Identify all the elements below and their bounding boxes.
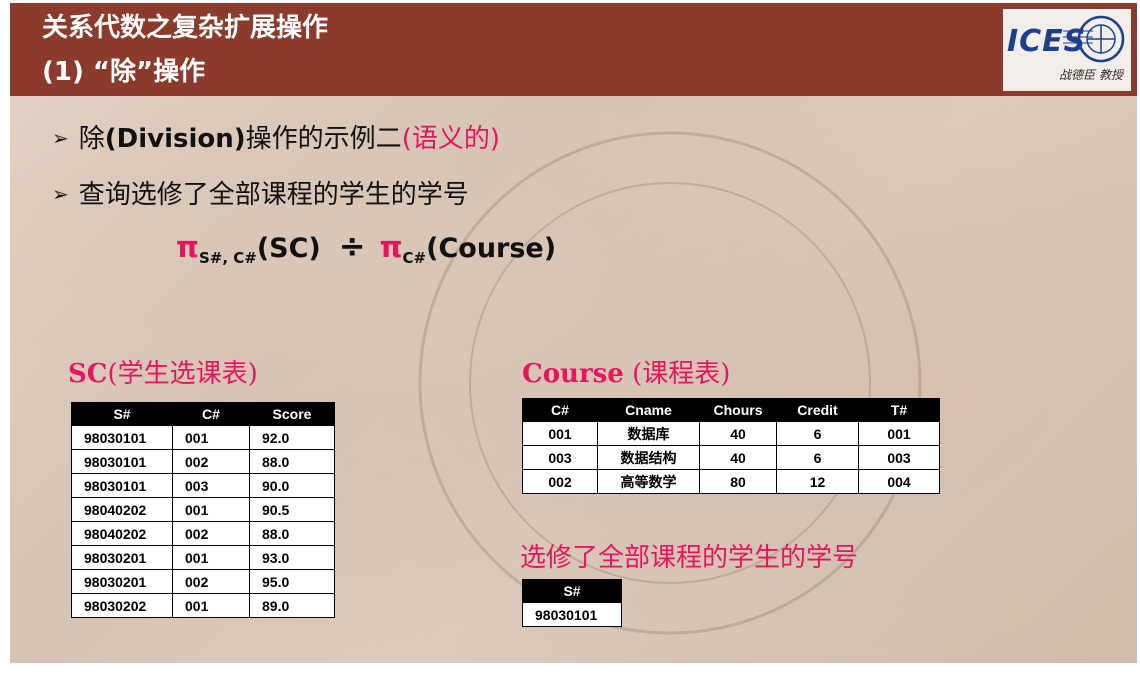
table-cell: 88.0 [249, 449, 335, 474]
column-header: S# [522, 579, 622, 603]
table-cell: 40 [699, 445, 777, 470]
column-header: C# [522, 398, 598, 422]
result-title: 选修了全部课程的学生的学号 [520, 543, 859, 573]
table-row: 98030101 001 92.0 [71, 425, 335, 450]
column-header: C# [172, 402, 250, 426]
arrow-bullet-icon: ➢ [52, 182, 69, 206]
column-header: S# [71, 402, 173, 426]
table-cell: 002 [172, 569, 250, 594]
bullet-text: 查询选修了全部课程的学生的学号 [78, 180, 469, 210]
table-row: 001 数据库 40 6 001 [522, 421, 940, 446]
table-row: 98030202 001 89.0 [71, 593, 335, 618]
table-cell: 高等数学 [597, 469, 700, 494]
table-row: 98040202 001 90.5 [71, 497, 335, 522]
course-title-latin: Course [522, 359, 624, 389]
table-row: 98040202 002 88.0 [71, 521, 335, 546]
projection-symbol: π [176, 230, 199, 264]
projection-attrs: S#, C# [198, 249, 257, 267]
table-cell: 90.0 [249, 473, 335, 498]
course-title-rest: (课程表) [623, 359, 731, 389]
column-header: Credit [776, 398, 859, 422]
table-cell: 003 [858, 445, 940, 470]
slide: 关系代数之复杂扩展操作 (1) “除”操作 ICES 战德臣 教授 ➢ 除(Div… [10, 3, 1137, 663]
title-bar: 关系代数之复杂扩展操作 (1) “除”操作 ICES 战德臣 教授 [10, 3, 1137, 96]
table-cell: 98030202 [71, 593, 173, 618]
column-header: Cname [597, 398, 700, 422]
column-header: Score [249, 402, 335, 426]
table-cell: 93.0 [249, 545, 335, 570]
svg-text:ICES: ICES [1007, 24, 1086, 59]
table-header-row: S# C# Score [71, 402, 335, 426]
table-cell: 98030101 [522, 602, 622, 627]
table-cell: 88.0 [249, 521, 335, 546]
table-cell: 001 [522, 421, 598, 446]
table-header-row: S# [522, 579, 622, 603]
table-row: 98030101 003 90.0 [71, 473, 335, 498]
projection-attrs: C# [402, 249, 427, 267]
table-cell: 002 [522, 469, 598, 494]
table-cell: 98040202 [71, 521, 173, 546]
table-cell: 95.0 [249, 569, 335, 594]
table-row: 98030201 001 93.0 [71, 545, 335, 570]
table-cell: 001 [172, 425, 250, 450]
table-row: 98030201 002 95.0 [71, 569, 335, 594]
table-cell: 98030201 [71, 569, 173, 594]
table-cell: 001 [172, 497, 250, 522]
table-cell: 002 [172, 449, 250, 474]
column-header: Chours [699, 398, 777, 422]
table-cell: 001 [172, 545, 250, 570]
table-row: 002 高等数学 80 12 004 [522, 469, 940, 494]
table-cell: 92.0 [249, 425, 335, 450]
course-table-title: Course (课程表) [522, 353, 730, 390]
table-cell: 003 [172, 473, 250, 498]
table-cell: 12 [776, 469, 859, 494]
table-header-row: C# Cname Chours Credit T# [522, 398, 940, 422]
sc-title-rest: (学生选课表) [107, 359, 258, 389]
relation-name: (SC) [256, 233, 321, 264]
sc-table-title: SC(学生选课表) [68, 353, 258, 390]
table-cell: 001 [172, 593, 250, 618]
result-table: S# 98030101 [522, 579, 622, 627]
table-cell: 002 [172, 521, 250, 546]
table-row: 98030101 [522, 602, 622, 627]
table-cell: 89.0 [249, 593, 335, 618]
table-cell: 80 [699, 469, 777, 494]
bullet-text: 操作的示例二 [245, 124, 402, 154]
table-row: 003 数据结构 40 6 003 [522, 445, 940, 470]
bullet-bold-text: (Division) [104, 124, 246, 154]
division-symbol: ÷ [338, 227, 366, 265]
table-cell: 90.5 [249, 497, 335, 522]
sc-table: S# C# Score 98030101 001 92.0 98030101 002 8… [71, 402, 335, 618]
relation-name: (Course) [426, 233, 557, 264]
projection-symbol: π [379, 230, 403, 264]
table-cell: 98030101 [71, 425, 173, 450]
column-header: T# [858, 398, 940, 422]
course-table: C# Cname Chours Credit T# 001 数据库 40 6 001 0… [522, 398, 940, 494]
table-cell: 98030201 [71, 545, 173, 570]
table-row: 98030101 002 88.0 [71, 449, 335, 474]
table-cell: 003 [522, 445, 598, 470]
title-line-2: (1) “除”操作 [42, 57, 206, 87]
title-line-1: 关系代数之复杂扩展操作 [42, 13, 329, 43]
table-cell: 40 [699, 421, 777, 446]
bullet-pink-text: (语义的) [401, 124, 500, 154]
division-formula: πS#, C#(SC) ÷ πC#(Course) [176, 227, 556, 267]
table-cell: 004 [858, 469, 940, 494]
table-cell: 6 [776, 421, 859, 446]
arrow-bullet-icon: ➢ [52, 126, 69, 150]
table-cell: 001 [858, 421, 940, 446]
table-cell: 98030101 [71, 473, 173, 498]
bullet-query: ➢ 查询选修了全部课程的学生的学号 [52, 174, 469, 211]
table-cell: 98030101 [71, 449, 173, 474]
table-cell: 数据结构 [597, 445, 700, 470]
table-cell: 98040202 [71, 497, 173, 522]
bullet-text: 除 [78, 124, 105, 154]
table-cell: 6 [776, 445, 859, 470]
bullet-division-example: ➢ 除(Division)操作的示例二(语义的) [52, 118, 500, 155]
sc-title-latin: SC [68, 359, 108, 389]
table-cell: 数据库 [597, 421, 700, 446]
logo-caption: 战德臣 教授 [1059, 68, 1123, 82]
